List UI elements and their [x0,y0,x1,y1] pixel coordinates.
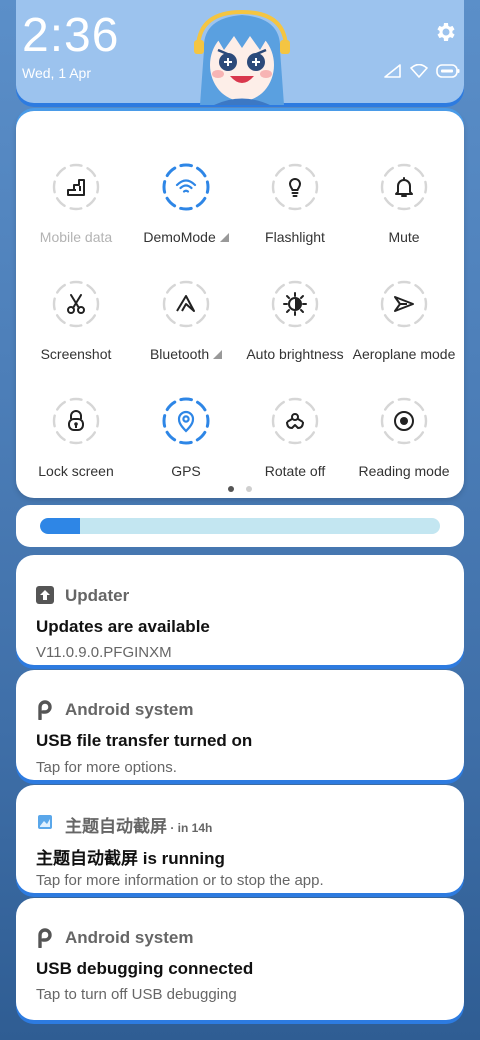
brightness-card [16,505,464,547]
page-dot-2[interactable] [246,486,252,492]
tile-label: GPS [171,463,201,479]
tile-rotate[interactable]: Rotate off [240,367,350,479]
battery-icon [436,64,460,83]
brightness-fill [40,518,80,534]
date[interactable]: Wed, 1 Apr [22,65,91,81]
notification-text: V11.0.9.0.PFGINXM [36,644,172,661]
tile-screenshot[interactable]: Screenshot [21,250,131,362]
tile-flashlight[interactable]: Flashlight [240,133,350,245]
tile-aeroplane-mode[interactable]: Aeroplane mode [349,250,459,362]
tile-ring [380,397,428,445]
tile-label: DemoMode [131,229,241,245]
notification-usb-file-transfer[interactable]: Android system USB file transfer turned … [16,670,464,780]
tile-demomode[interactable]: DemoMode [131,133,241,245]
tile-gps[interactable]: GPS [131,367,241,479]
tile-label: Reading mode [358,463,450,479]
scissors-icon [64,292,88,316]
expand-arrow-icon [209,346,223,362]
updater-icon [36,586,54,604]
tile-ring [271,280,319,328]
wifi-icon [174,175,198,199]
tile-lock-screen[interactable]: Lock screen [21,367,131,479]
tile-auto-brightness[interactable]: Auto brightness [240,250,350,362]
notification-title: USB debugging connected [36,959,254,978]
notification-title: USB file transfer turned on [36,731,253,750]
tile-reading-mode[interactable]: Reading mode [349,367,459,479]
android-system-icon [36,700,54,721]
rotate-icon [283,409,307,433]
page-indicator [228,486,252,492]
bluetooth-icon [174,292,198,316]
notification-text: Tap for more options. [36,759,177,776]
notification-title: Updates are available [36,617,210,636]
tile-ring [52,397,100,445]
brightness-slider[interactable] [40,518,440,534]
tile-label: Rotate off [264,463,326,479]
location-icon [174,409,198,433]
tile-label: Screenshot [40,346,112,362]
theme-app-icon [38,815,52,829]
tile-ring [271,163,319,211]
tile-ring [380,163,428,211]
notification-text: Tap to turn off USB debugging [36,986,237,1003]
tile-ring [52,163,100,211]
notification-app-name: 主题自动截屏 · in 14h [65,817,213,836]
tile-mute[interactable]: Mute [349,133,459,245]
tile-ring [380,280,428,328]
android-system-icon [36,928,54,949]
tile-mobile-data[interactable]: Mobile data [21,133,131,245]
tile-label: Bluetooth [131,346,241,362]
notification-app-name: Android system [65,928,194,947]
status-icons [384,63,460,83]
tile-bluetooth[interactable]: Bluetooth [131,250,241,362]
notification-usb-debugging[interactable]: Android system USB debugging connected T… [16,898,464,1020]
tile-ring [162,163,210,211]
theme-mascot-image [192,9,292,105]
tile-ring [52,280,100,328]
notification-app-name: Android system [65,700,194,719]
tile-label: Aeroplane mode [352,346,456,362]
tile-label: Auto brightness [246,346,344,362]
tile-ring [271,397,319,445]
notification-title: 主题自动截屏 is running [36,849,225,868]
quick-settings-panel: Mobile data DemoMode Flashlight Mute Scr… [16,111,464,498]
tile-label: Lock screen [38,463,114,479]
tile-label: Flashlight [265,229,325,245]
expand-arrow-icon [216,229,229,245]
tile-label: Mute [388,229,420,245]
flashlight-icon [283,175,307,199]
settings-gear-icon[interactable] [434,20,458,44]
notification-theme-screenshot-app[interactable]: 主题自动截屏 · in 14h 主题自动截屏 is running Tap fo… [16,785,464,893]
tile-label: Mobile data [39,229,113,245]
status-header: 2:36 Wed, 1 Apr [16,0,464,105]
tile-ring [162,397,210,445]
aeroplane-icon [392,292,416,316]
signal-icon [384,64,402,83]
notification-updater[interactable]: Updater Updates are available V11.0.9.0.… [16,555,464,665]
mobile-data-icon [64,175,88,199]
page-dot-1[interactable] [228,486,234,492]
reading-mode-icon [392,409,416,433]
notification-text: Tap for more information or to stop the … [36,872,324,889]
notification-app-name: Updater [65,586,130,605]
clock[interactable]: 2:36 [22,8,119,63]
lock-icon [64,409,88,433]
auto-brightness-icon [283,292,307,316]
wifi-icon [410,63,428,83]
tile-ring [162,280,210,328]
bell-icon [392,175,416,199]
